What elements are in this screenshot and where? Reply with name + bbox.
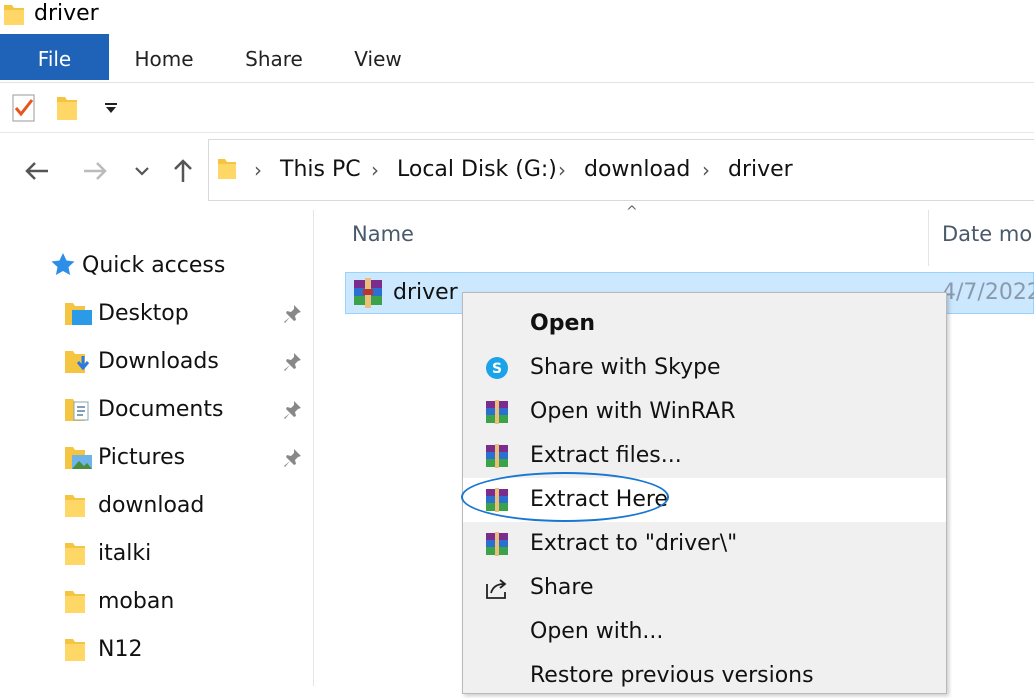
back-arrow-icon[interactable] bbox=[20, 133, 54, 209]
up-arrow-icon[interactable] bbox=[168, 133, 198, 209]
winrar-icon bbox=[485, 400, 509, 424]
title-bar: driver bbox=[0, 0, 1034, 34]
customize-toolbar-icon[interactable] bbox=[104, 100, 118, 119]
sidebar-item-italki[interactable]: italki bbox=[0, 532, 313, 576]
menu-item-restore-previous-versions[interactable]: Restore previous versions bbox=[463, 654, 946, 698]
menu-item-label: Open bbox=[530, 311, 596, 336]
breadcrumb-local-disk[interactable]: Local Disk (G:) bbox=[397, 140, 557, 200]
file-name: driver bbox=[393, 280, 458, 305]
forward-arrow-icon[interactable] bbox=[78, 133, 112, 209]
downloads-folder-icon bbox=[64, 348, 94, 380]
sort-ascending-icon: ^ bbox=[626, 204, 638, 220]
sidebar-item-n12[interactable]: N12 bbox=[0, 628, 313, 672]
sidebar-item-pictures[interactable]: Pictures bbox=[0, 436, 313, 480]
column-header-date-modified[interactable]: Date mo bbox=[942, 222, 1032, 246]
star-icon bbox=[50, 252, 76, 282]
chevron-right-icon[interactable]: › bbox=[558, 140, 566, 200]
tab-share[interactable]: Share bbox=[232, 34, 316, 80]
recent-locations-chevron-icon[interactable] bbox=[130, 133, 154, 209]
properties-checkmark-icon[interactable] bbox=[12, 94, 36, 126]
breadcrumb-this-pc[interactable]: This PC bbox=[280, 140, 361, 200]
pin-icon[interactable] bbox=[282, 400, 302, 424]
menu-item-open-with-winrar[interactable]: Open with WinRAR bbox=[463, 390, 946, 434]
breadcrumb-download[interactable]: download bbox=[584, 140, 690, 200]
winrar-icon bbox=[485, 532, 509, 556]
folder-icon bbox=[64, 588, 86, 620]
menu-item-label: Open with WinRAR bbox=[530, 399, 736, 424]
window-title: driver bbox=[34, 1, 99, 26]
file-date-modified: 4/7/2022 bbox=[942, 280, 1034, 305]
sidebar-item-moban[interactable]: moban bbox=[0, 580, 313, 624]
menu-item-label: Extract to "driver\" bbox=[530, 531, 738, 556]
sidebar-item-quick-access[interactable]: Quick access bbox=[0, 244, 313, 288]
navigation-pane: Quick access Desktop Downloads Documents bbox=[0, 210, 314, 686]
sidebar-item-downloads[interactable]: Downloads bbox=[0, 340, 313, 384]
sidebar-item-label: download bbox=[98, 493, 205, 518]
ribbon-tabs: File Home Share View bbox=[0, 34, 1034, 83]
breadcrumb-driver[interactable]: driver bbox=[728, 140, 793, 200]
new-folder-icon[interactable] bbox=[56, 94, 78, 126]
tab-view[interactable]: View bbox=[338, 34, 418, 80]
sidebar-item-label: Desktop bbox=[98, 301, 189, 326]
pin-icon[interactable] bbox=[282, 304, 302, 328]
winrar-archive-icon bbox=[352, 278, 384, 312]
column-header-name[interactable]: Name bbox=[352, 222, 414, 246]
chevron-right-icon: › bbox=[254, 158, 262, 182]
menu-item-label: Share bbox=[530, 575, 594, 600]
sidebar-item-documents[interactable]: Documents bbox=[0, 388, 313, 432]
menu-item-label: Restore previous versions bbox=[530, 663, 814, 688]
menu-item-extract-to-driver[interactable]: Extract to "driver\" bbox=[463, 522, 946, 566]
sidebar-item-label: Quick access bbox=[82, 253, 226, 278]
quick-access-toolbar bbox=[0, 84, 1034, 133]
folder-icon bbox=[217, 156, 237, 186]
highlight-ring bbox=[461, 472, 669, 522]
chevron-right-icon[interactable]: › bbox=[371, 140, 379, 200]
desktop-folder-icon bbox=[64, 300, 94, 332]
share-icon bbox=[485, 576, 509, 600]
chevron-right-icon[interactable]: › bbox=[702, 140, 710, 200]
menu-item-share[interactable]: Share bbox=[463, 566, 946, 610]
menu-item-open[interactable]: Open bbox=[463, 302, 946, 346]
address-bar[interactable]: › This PC › Local Disk (G:) › download ›… bbox=[208, 139, 1034, 201]
menu-item-label: Share with Skype bbox=[530, 355, 721, 380]
pictures-folder-icon bbox=[64, 444, 94, 476]
menu-item-open-with[interactable]: Open with... bbox=[463, 610, 946, 654]
sidebar-item-label: Downloads bbox=[98, 349, 219, 374]
sidebar-item-label: moban bbox=[98, 589, 175, 614]
menu-item-label: Open with... bbox=[530, 619, 664, 644]
tab-file[interactable]: File bbox=[0, 34, 109, 80]
pin-icon[interactable] bbox=[282, 352, 302, 376]
column-divider[interactable] bbox=[928, 210, 929, 266]
sidebar-item-download[interactable]: download bbox=[0, 484, 313, 528]
menu-item-extract-files[interactable]: Extract files... bbox=[463, 434, 946, 478]
skype-icon: S bbox=[485, 356, 509, 380]
svg-text:S: S bbox=[492, 361, 502, 377]
folder-icon bbox=[64, 540, 86, 572]
sidebar-item-label: N12 bbox=[98, 637, 143, 662]
sidebar-item-desktop[interactable]: Desktop bbox=[0, 292, 313, 336]
pin-icon[interactable] bbox=[282, 448, 302, 472]
folder-icon bbox=[2, 2, 26, 32]
folder-icon bbox=[64, 492, 86, 524]
sidebar-item-label: italki bbox=[98, 541, 152, 566]
menu-item-share-with-skype[interactable]: S Share with Skype bbox=[463, 346, 946, 390]
tab-home[interactable]: Home bbox=[118, 34, 210, 80]
sidebar-item-label: Documents bbox=[98, 397, 224, 422]
folder-icon bbox=[64, 636, 86, 668]
sidebar-item-label: Pictures bbox=[98, 445, 186, 470]
winrar-icon bbox=[485, 444, 509, 468]
documents-folder-icon bbox=[64, 396, 94, 428]
